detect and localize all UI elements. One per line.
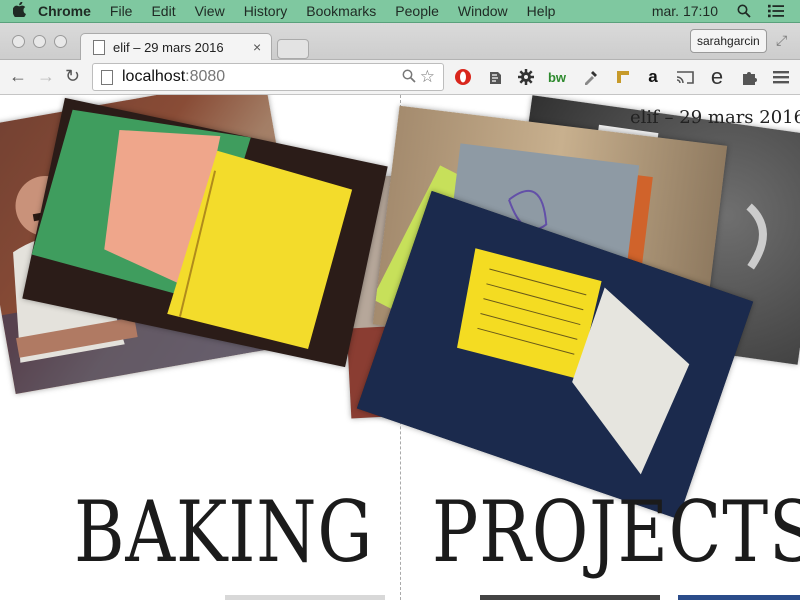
evernote-extension-icon[interactable] [484,66,506,88]
tab-active[interactable]: elif – 29 mars 2016 × [80,33,272,60]
zoom-window-icon[interactable] [54,35,67,48]
tab-strip: elif – 29 mars 2016 × sarahgarcin ⤢ [0,23,800,60]
chrome-menu-icon[interactable] [770,66,792,88]
menu-people[interactable]: People [395,3,439,19]
tab-title: elif – 29 mars 2016 [113,39,224,55]
close-window-icon[interactable] [12,35,25,48]
menubar-clock[interactable]: mar. 17:10 [652,3,718,19]
heading-projects: PROJECTS [432,483,800,581]
page-info-icon[interactable] [101,69,113,85]
bottom-content-strip-right [678,595,800,600]
back-icon[interactable]: ← [9,66,27,87]
profile-button[interactable]: sarahgarcin [690,29,767,53]
window-controls [12,35,67,48]
new-tab-button[interactable] [277,39,309,59]
menu-view[interactable]: View [195,3,225,19]
menu-history[interactable]: History [244,3,288,19]
menu-window[interactable]: Window [458,3,508,19]
bottom-content-strip-center [480,595,660,600]
e-extension-icon[interactable]: e [706,64,728,89]
url-host: localhost [122,68,186,85]
menu-help[interactable]: Help [527,3,556,19]
menu-bookmarks[interactable]: Bookmarks [306,3,376,19]
browser-toolbar: ← → ↻ localhost :8080 ☆ bw a e [0,60,800,95]
page-viewport: elif – 29 mars 2016 BAKING PROJECTS [0,95,800,600]
menu-app-chrome[interactable]: Chrome [38,3,91,19]
address-bar[interactable]: localhost :8080 ☆ [92,63,444,91]
notification-center-icon[interactable] [768,3,784,19]
ruler-icon[interactable] [612,66,634,88]
cast-icon[interactable] [674,66,696,88]
puzzle-extension-icon[interactable] [738,66,760,88]
heading-baking: BAKING [74,483,374,581]
amazon-extension-icon[interactable]: a [642,66,664,88]
bookmark-star-icon[interactable]: ☆ [420,67,435,87]
bottom-content-strip-left [225,595,385,600]
bw-extension-icon[interactable]: bw [546,66,568,88]
fullscreen-icon[interactable]: ⤢ [776,32,787,49]
zoom-icon[interactable] [402,69,416,86]
menu-bar: Chrome File Edit View History Bookmarks … [0,0,800,23]
eyedropper-icon[interactable] [580,66,602,88]
menu-file[interactable]: File [110,3,133,19]
apple-icon[interactable] [0,1,38,21]
url-port: :8080 [185,68,226,85]
reload-icon[interactable]: ↻ [65,66,80,87]
page-favicon-icon [93,39,105,55]
settings-gear-icon[interactable] [515,66,537,88]
forward-icon[interactable]: → [37,66,55,87]
menu-edit[interactable]: Edit [151,3,175,19]
page-title: elif – 29 mars 2016 [630,107,800,128]
close-tab-icon[interactable]: × [253,39,271,55]
spotlight-search-icon[interactable] [736,3,752,19]
opera-extension-icon[interactable] [452,66,474,88]
minimize-window-icon[interactable] [33,35,46,48]
